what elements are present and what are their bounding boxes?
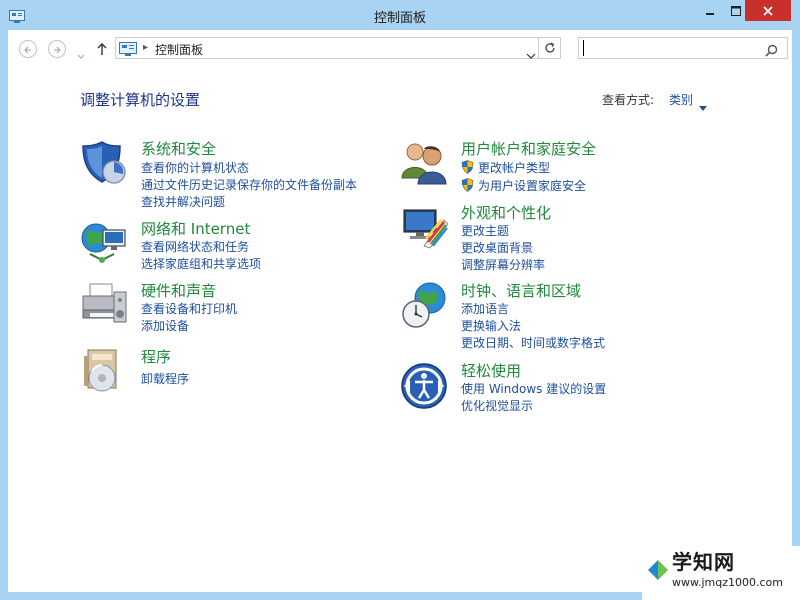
- link-windows-recommended-settings[interactable]: 使用 Windows 建议的设置: [461, 380, 606, 397]
- printer-icon[interactable]: [80, 280, 130, 330]
- watermark-text: 学知网: [672, 550, 735, 574]
- link-adjust-resolution[interactable]: 调整屏幕分辨率: [461, 256, 545, 273]
- refresh-icon: [544, 39, 556, 58]
- page-title: 调整计算机的设置: [80, 91, 201, 109]
- category-title-hardware-sound[interactable]: 硬件和声音: [141, 280, 216, 301]
- maximize-icon: [731, 1, 741, 20]
- refresh-button[interactable]: [539, 37, 561, 59]
- link-label: 更改帐户类型: [478, 161, 551, 175]
- category-hardware-sound: 硬件和声音 查看设备和打印机 添加设备: [80, 280, 380, 334]
- users-icon[interactable]: [400, 138, 450, 188]
- forward-arrow-icon: [52, 40, 62, 59]
- address-dropdown-icon[interactable]: [526, 44, 536, 63]
- ease-of-access-icon[interactable]: [400, 360, 450, 410]
- up-arrow-icon[interactable]: [96, 41, 108, 60]
- uac-shield-icon: [461, 160, 474, 174]
- back-arrow-icon: [23, 40, 33, 59]
- search-box[interactable]: [578, 37, 788, 59]
- link-change-date-time-format[interactable]: 更改日期、时间或数字格式: [461, 334, 605, 351]
- link-family-safety[interactable]: 为用户设置家庭安全: [461, 177, 621, 193]
- watermark-logo-icon: [646, 552, 670, 588]
- close-icon: [762, 1, 774, 20]
- content-area: 调整计算机的设置 查看方式: 类别 系统和安全 查看你的计算机状态 通过文件历史…: [8, 68, 792, 592]
- control-panel-window: 控制面板 ▸ 控制面板 调整计算机的设置 查看方式: 类别 系统和安全 查看你的…: [0, 0, 800, 600]
- window-title: 控制面板: [373, 11, 426, 26]
- view-by-dropdown[interactable]: 类别: [669, 91, 693, 108]
- category-title-clock-language-region[interactable]: 时钟、语言和区域: [461, 280, 581, 301]
- category-network-internet: 网络和 Internet 查看网络状态和任务 选择家庭组和共享选项: [80, 218, 380, 272]
- category-title-appearance[interactable]: 外观和个性化: [461, 202, 551, 223]
- watermark-url: www.jmqz1000.com: [672, 576, 783, 589]
- security-shield-icon[interactable]: [80, 138, 130, 188]
- navigation-bar: ▸ 控制面板: [8, 30, 792, 68]
- link-troubleshoot[interactable]: 查找并解决问题: [141, 193, 225, 210]
- minimize-icon: [705, 1, 715, 20]
- forward-button[interactable]: [48, 40, 66, 58]
- link-add-language[interactable]: 添加语言: [461, 300, 509, 317]
- link-change-account-type[interactable]: 更改帐户类型: [461, 159, 581, 175]
- title-bar[interactable]: 控制面板: [0, 0, 800, 30]
- breadcrumb-control-panel[interactable]: 控制面板: [155, 41, 203, 58]
- link-network-status[interactable]: 查看网络状态和任务: [141, 238, 249, 255]
- chevron-down-icon[interactable]: [699, 96, 707, 115]
- category-system-security: 系统和安全 查看你的计算机状态 通过文件历史记录保存你的文件备份副本 查找并解决…: [80, 138, 380, 210]
- chevron-down-icon[interactable]: [77, 45, 85, 64]
- close-button[interactable]: [745, 0, 791, 21]
- control-panel-icon: [119, 41, 137, 56]
- link-uninstall-program[interactable]: 卸载程序: [141, 370, 189, 387]
- category-appearance: 外观和个性化 更改主题 更改桌面背景 调整屏幕分辨率: [400, 202, 720, 272]
- link-view-computer-status[interactable]: 查看你的计算机状态: [141, 159, 249, 176]
- link-file-history-backup[interactable]: 通过文件历史记录保存你的文件备份副本: [141, 176, 357, 193]
- link-devices-printers[interactable]: 查看设备和打印机: [141, 300, 237, 317]
- clock-globe-icon[interactable]: [400, 280, 450, 330]
- link-homegroup-sharing[interactable]: 选择家庭组和共享选项: [141, 255, 261, 272]
- category-title-system-security[interactable]: 系统和安全: [141, 138, 216, 159]
- link-change-desktop-background[interactable]: 更改桌面背景: [461, 239, 533, 256]
- link-optimize-visual-display[interactable]: 优化视觉显示: [461, 397, 533, 414]
- category-title-user-accounts[interactable]: 用户帐户和家庭安全: [461, 138, 596, 159]
- category-clock-language-region: 时钟、语言和区域 添加语言 更换输入法 更改日期、时间或数字格式: [400, 280, 720, 350]
- programs-icon[interactable]: [80, 346, 130, 396]
- category-title-programs[interactable]: 程序: [141, 346, 171, 367]
- category-title-ease-of-access[interactable]: 轻松使用: [461, 360, 521, 381]
- search-icon[interactable]: [765, 42, 778, 61]
- back-button[interactable]: [19, 40, 37, 58]
- search-input[interactable]: [583, 40, 754, 56]
- category-title-network-internet[interactable]: 网络和 Internet: [141, 218, 250, 239]
- link-label: 为用户设置家庭安全: [478, 179, 587, 193]
- watermark: 学知网 www.jmqz1000.com: [642, 546, 800, 600]
- category-ease-of-access: 轻松使用 使用 Windows 建议的设置 优化视觉显示: [400, 360, 720, 414]
- breadcrumb-separator[interactable]: ▸: [143, 42, 148, 53]
- uac-shield-icon: [461, 178, 474, 192]
- minimize-button[interactable]: [697, 0, 723, 21]
- network-globe-icon[interactable]: [80, 218, 130, 268]
- category-user-accounts: 用户帐户和家庭安全 更改帐户类型 为用户设置家庭安全: [400, 138, 720, 198]
- appearance-icon[interactable]: [400, 202, 450, 252]
- link-change-theme[interactable]: 更改主题: [461, 222, 509, 239]
- view-by-label: 查看方式:: [602, 93, 655, 107]
- address-bar[interactable]: ▸ 控制面板: [115, 37, 539, 59]
- category-programs: 程序 卸载程序: [80, 346, 380, 400]
- link-change-input-method[interactable]: 更换输入法: [461, 317, 521, 334]
- link-add-device[interactable]: 添加设备: [141, 317, 189, 334]
